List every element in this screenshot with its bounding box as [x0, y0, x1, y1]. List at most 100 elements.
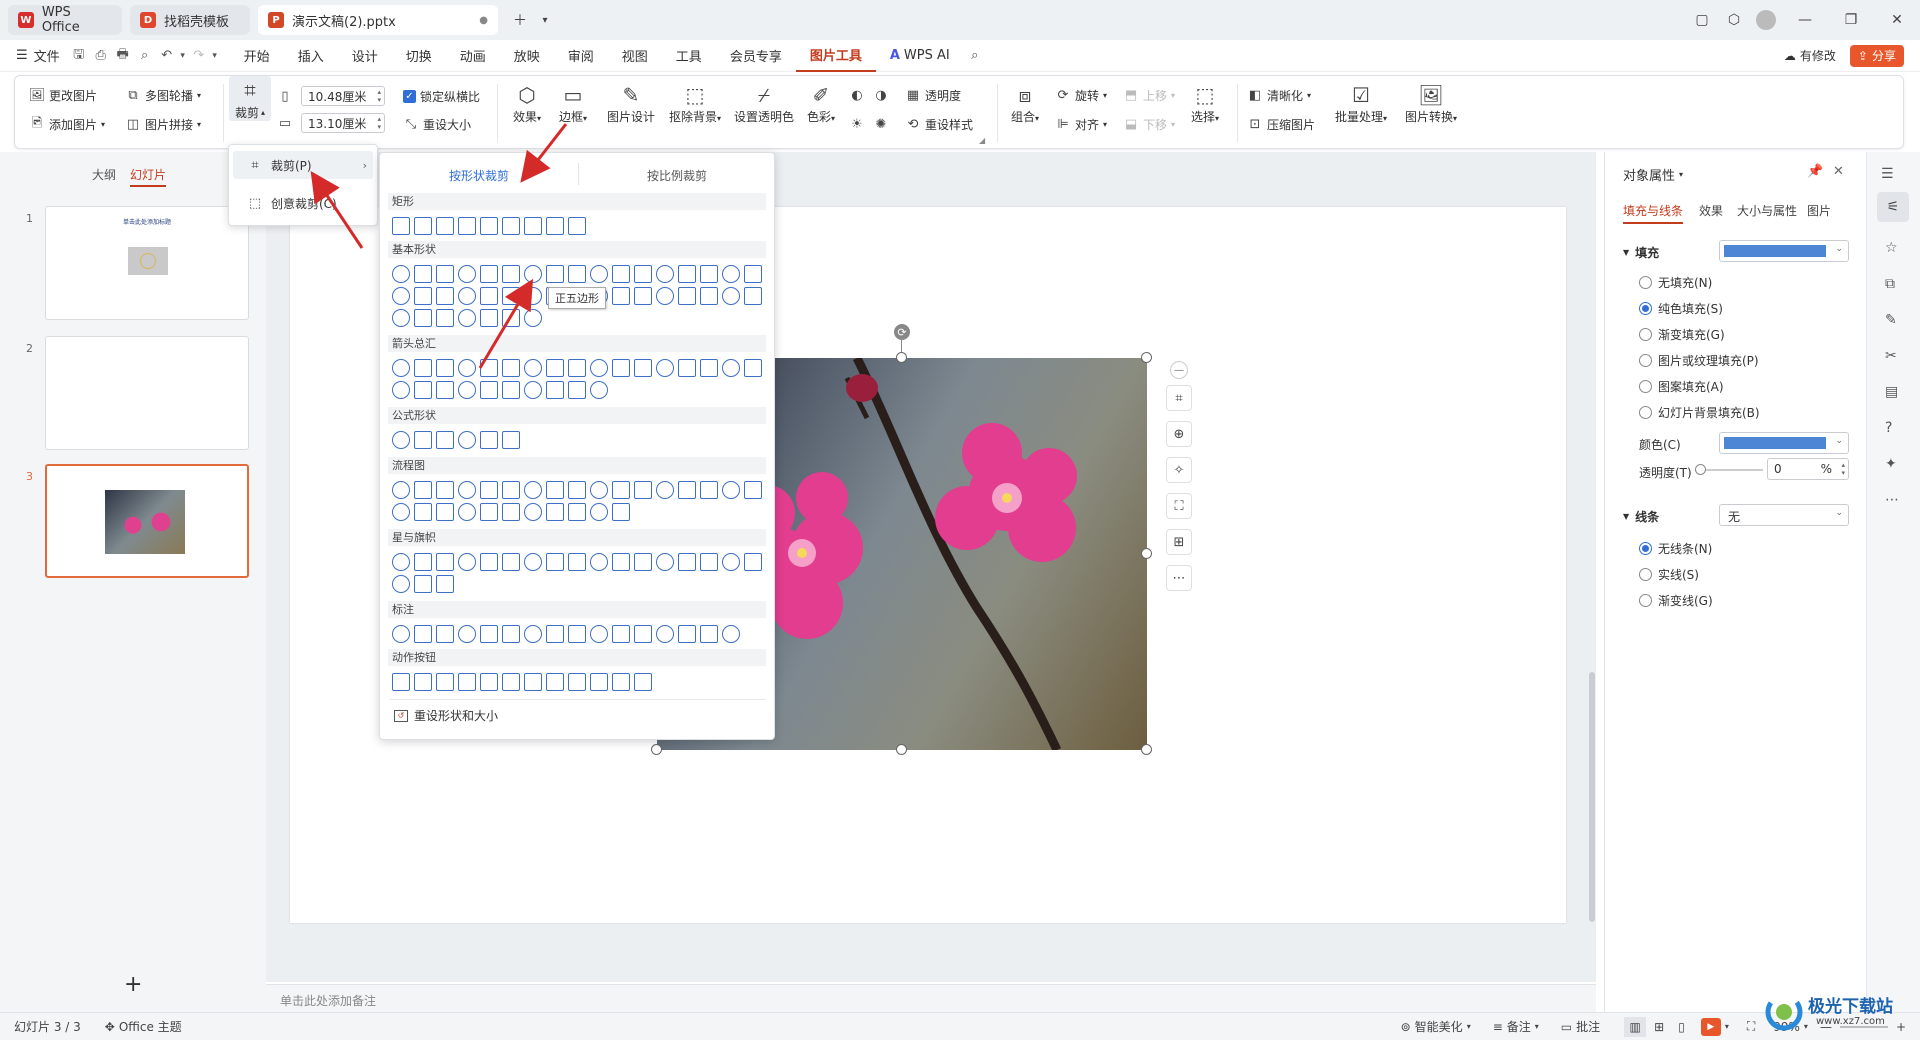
- shape-option[interactable]: [700, 481, 718, 499]
- shape-option[interactable]: [414, 575, 432, 593]
- height-input[interactable]: 13.10厘米 ▴ ▾: [301, 113, 385, 133]
- multi-carousel-button[interactable]: ⧉ 多图轮播 ▾: [125, 87, 201, 104]
- transparency-button[interactable]: ▦ 透明度: [905, 87, 961, 104]
- search-icon[interactable]: ⌕: [964, 45, 986, 67]
- shape-option[interactable]: [590, 381, 608, 399]
- shape-option[interactable]: [502, 287, 520, 305]
- tab-modified-dot-icon[interactable]: ●: [479, 15, 488, 26]
- shape-option[interactable]: [458, 431, 476, 449]
- shape-option[interactable]: [524, 309, 542, 327]
- shape-option[interactable]: [634, 553, 652, 571]
- reset-style-button[interactable]: ⟲ 重设样式: [905, 116, 973, 133]
- compress-picture-button[interactable]: ⊡ 压缩图片: [1247, 116, 1315, 133]
- shape-option[interactable]: [502, 503, 520, 521]
- reading-view-icon[interactable]: ▯: [1678, 1020, 1685, 1034]
- set-transparent-color-button[interactable]: ⌿ 设置透明色: [731, 82, 797, 125]
- shape-option[interactable]: [722, 553, 740, 571]
- shape-option[interactable]: [436, 217, 454, 235]
- chevron-down-icon[interactable]: ▾: [210, 45, 220, 67]
- shape-option[interactable]: [436, 625, 454, 643]
- group-button[interactable]: ⧈ 组合▾: [1005, 82, 1045, 125]
- panel-title[interactable]: 对象属性 ▾: [1623, 165, 1683, 184]
- slide-thumbnail-3[interactable]: [45, 464, 249, 578]
- shape-option[interactable]: [590, 673, 608, 691]
- shape-option[interactable]: [502, 265, 520, 283]
- align-button[interactable]: ⊫ 对齐 ▾: [1055, 116, 1107, 133]
- spinner-icon[interactable]: ▴ ▾: [1841, 461, 1845, 477]
- shape-option[interactable]: [480, 265, 498, 283]
- has-changes-button[interactable]: ☁ 有修改: [1784, 47, 1836, 64]
- shape-option[interactable]: [458, 381, 476, 399]
- menu-slideshow[interactable]: 放映: [500, 40, 554, 72]
- shape-option[interactable]: [744, 553, 762, 571]
- shape-option[interactable]: [568, 359, 586, 377]
- shape-option[interactable]: [502, 625, 520, 643]
- send-down-button[interactable]: ⬓ 下移 ▾: [1123, 116, 1175, 133]
- menu-transition[interactable]: 切换: [392, 40, 446, 72]
- picture-convert-button[interactable]: 🖼 图片转换▾: [1399, 82, 1463, 125]
- shape-option[interactable]: [502, 359, 520, 377]
- shape-option[interactable]: [458, 503, 476, 521]
- slide-thumbnail-1[interactable]: 单击此处添加标题: [45, 206, 249, 320]
- brightness-icon[interactable]: ◐: [849, 87, 865, 103]
- radio-button[interactable]: [1639, 380, 1652, 393]
- pin-icon[interactable]: 📌: [1807, 164, 1823, 179]
- spinner-icon[interactable]: ▴ ▾: [377, 88, 381, 104]
- shape-option[interactable]: [414, 217, 432, 235]
- shape-option[interactable]: [546, 381, 564, 399]
- new-tab-icon[interactable]: ＋: [504, 4, 536, 36]
- export-icon[interactable]: ⎙: [90, 45, 112, 67]
- change-picture-button[interactable]: 🖼 更改图片: [29, 87, 97, 104]
- tab-crop-by-shape[interactable]: 按形状裁剪: [380, 167, 578, 184]
- shape-option[interactable]: [414, 265, 432, 283]
- menu-member[interactable]: 会员专享: [716, 40, 796, 72]
- menu-view[interactable]: 视图: [608, 40, 662, 72]
- cube-icon[interactable]: ⬡: [1718, 4, 1750, 36]
- tools-icon[interactable]: ✂: [1885, 348, 1897, 364]
- float-magic-icon[interactable]: ✧: [1166, 457, 1192, 483]
- menu-insert[interactable]: 插入: [284, 40, 338, 72]
- shape-option[interactable]: [612, 265, 630, 283]
- shape-option[interactable]: [414, 503, 432, 521]
- radio-button[interactable]: [1639, 568, 1652, 581]
- tab-crop-by-ratio[interactable]: 按比例裁剪: [578, 167, 776, 184]
- tab-outline[interactable]: 大纲: [92, 166, 116, 183]
- shape-option[interactable]: [458, 309, 476, 327]
- normal-view-icon[interactable]: ▥: [1624, 1016, 1647, 1037]
- picture-collage-button[interactable]: ◫ 图片拼接 ▾: [125, 116, 201, 133]
- shape-option[interactable]: [414, 481, 432, 499]
- effects-button[interactable]: ⬡ 效果▾: [507, 82, 547, 125]
- shape-option[interactable]: [436, 381, 454, 399]
- shape-option[interactable]: [546, 359, 564, 377]
- color-button[interactable]: ✐ 色彩▾: [801, 82, 841, 125]
- shape-option[interactable]: [678, 553, 696, 571]
- shape-option[interactable]: [524, 503, 542, 521]
- notes-button[interactable]: ≡ 备注 ▾: [1493, 1018, 1539, 1035]
- shape-option[interactable]: [480, 431, 498, 449]
- notes-pane[interactable]: 单击此处添加备注: [266, 984, 1596, 1012]
- share-button[interactable]: ⇪ 分享: [1849, 44, 1904, 67]
- slider-thumb[interactable]: [1695, 464, 1706, 475]
- minimize-icon[interactable]: —: [1782, 4, 1828, 36]
- copy-icon[interactable]: ⧉: [1885, 276, 1895, 292]
- slide-thumbnail-2[interactable]: [45, 336, 249, 450]
- chevron-down-icon[interactable]: ▾: [536, 4, 554, 36]
- restore-icon[interactable]: ❐: [1828, 4, 1874, 36]
- shape-option[interactable]: [722, 265, 740, 283]
- shape-option[interactable]: [568, 265, 586, 283]
- undo-icon[interactable]: ↶: [156, 45, 178, 67]
- crop-button[interactable]: ⌗ 裁剪 ▴: [229, 76, 271, 121]
- shape-option[interactable]: [612, 359, 630, 377]
- shape-option[interactable]: [612, 673, 630, 691]
- shape-option[interactable]: [590, 265, 608, 283]
- shape-option[interactable]: [480, 287, 498, 305]
- comments-button[interactable]: ▭ 批注: [1561, 1018, 1600, 1035]
- shape-option[interactable]: [458, 287, 476, 305]
- shape-option[interactable]: [722, 625, 740, 643]
- shape-option[interactable]: [656, 481, 674, 499]
- sharpen-button[interactable]: ◧ 清晰化 ▾: [1247, 87, 1311, 104]
- print-preview-icon[interactable]: ⌕: [134, 45, 156, 67]
- shape-option[interactable]: [458, 265, 476, 283]
- shape-option[interactable]: [458, 553, 476, 571]
- radio-button[interactable]: [1639, 276, 1652, 289]
